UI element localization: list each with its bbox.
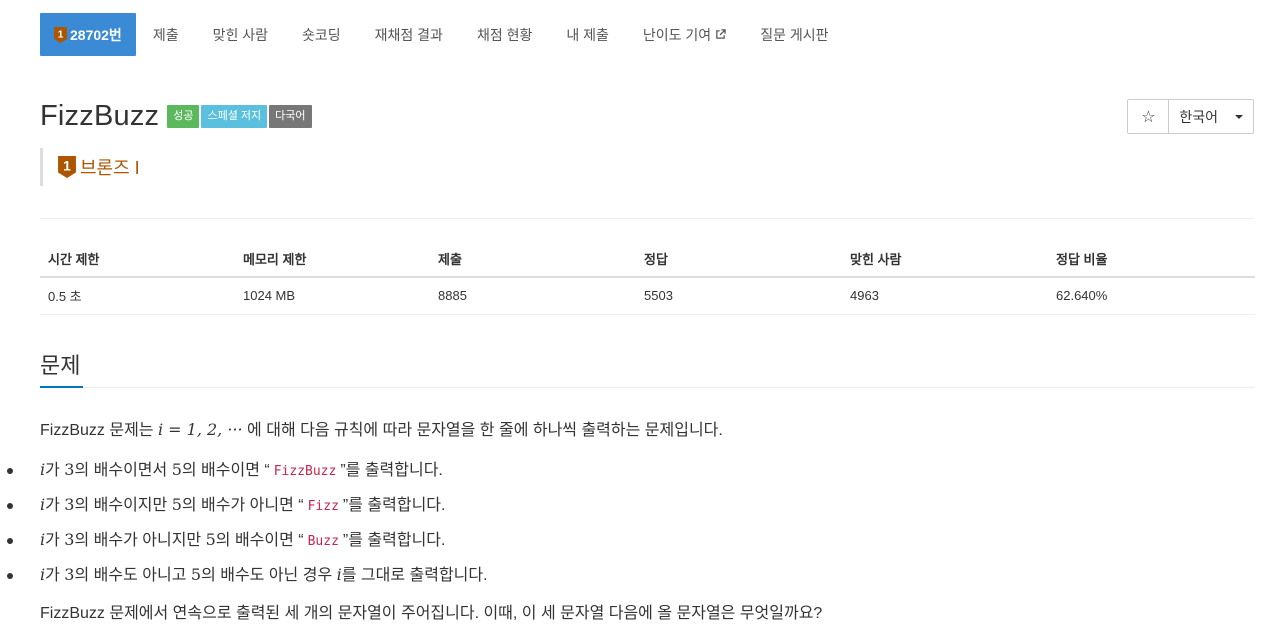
- nav-status[interactable]: 채점 현황: [460, 13, 549, 56]
- nav-difficulty-label: 난이도 기여: [642, 26, 712, 43]
- accepted-value: 5503: [636, 277, 842, 315]
- header-solved-users: 맞힌 사람: [842, 240, 1048, 278]
- section-title: 문제: [40, 348, 83, 388]
- list-item: i가 3의 배수가 아니지만 5의 배수이면 “Buzz ”를 출력합니다.: [7, 528, 488, 554]
- rule-text: 의 배수이면 “: [215, 532, 304, 549]
- list-item: i가 3의 배수도 아니고 5의 배수도 아닌 경우 i를 그대로 출력합니다.: [7, 563, 488, 588]
- header-accept-ratio: 정답 비율: [1048, 240, 1255, 278]
- table-header-row: 시간 제한 메모리 제한 제출 정답 맞힌 사람 정답 비율: [40, 240, 1255, 278]
- rule-text: 의 배수이면서: [74, 462, 172, 479]
- rule-code: Fizz: [303, 499, 343, 514]
- problem-tier: 1 브론즈 I: [40, 148, 140, 186]
- label-success: 성공: [167, 105, 200, 128]
- header-time-limit: 시간 제한: [40, 240, 235, 278]
- list-item: i가 3의 배수이면서 5의 배수이면 “FizzBuzz ”를 출력합니다.: [7, 458, 488, 484]
- list-item: i가 3의 배수이지만 5의 배수가 아니면 “Fizz ”를 출력합니다.: [7, 493, 488, 519]
- nav-short-coding[interactable]: 숏코딩: [285, 13, 358, 56]
- header-accepted: 정답: [636, 240, 842, 278]
- problem-title-row: FizzBuzz 성공 스페셜 저지 다국어: [40, 100, 312, 133]
- rule-text: ”를 출력합니다.: [342, 497, 446, 514]
- statement-question: FizzBuzz 문제에서 연속으로 출력된 세 개의 문자열이 주어집니다. …: [40, 605, 823, 622]
- caret-down-icon: [1235, 114, 1243, 119]
- label-multilingual[interactable]: 다국어: [269, 105, 312, 128]
- rule-text: 의 배수도 아닌 경우: [201, 567, 337, 584]
- rule-number: 3: [64, 460, 75, 479]
- statement-intro: FizzBuzz 문제는 i = 1, 2, ··· 에 대해 다음 규칙에 따…: [40, 418, 1240, 443]
- nav-qna-board[interactable]: 질문 게시판: [743, 13, 845, 56]
- header-memory-limit: 메모리 제한: [235, 240, 430, 278]
- svg-text:1: 1: [63, 158, 71, 173]
- divider: [40, 218, 1254, 219]
- rules-list: i가 3의 배수이면서 5의 배수이면 “FizzBuzz ”를 출력합니다. i…: [7, 458, 488, 597]
- star-button[interactable]: ☆: [1128, 100, 1170, 133]
- nav-difficulty-contribution[interactable]: 난이도 기여: [626, 13, 743, 56]
- external-link-icon: [716, 29, 726, 39]
- intro-text-after: 에 대해 다음 규칙에 따라 문자열을 한 줄에 하나씩 출력하는 문제입니다.: [242, 422, 723, 439]
- tier-label[interactable]: 브론즈 I: [80, 154, 140, 180]
- label-special-judge[interactable]: 스페셜 저지: [201, 105, 268, 128]
- rule-number: 3: [64, 530, 75, 549]
- rule-number: 3: [64, 565, 75, 584]
- rule-text: 가: [45, 462, 65, 479]
- language-dropdown[interactable]: 한국어: [1169, 100, 1253, 133]
- rule-text: 를 그대로 출력합니다.: [341, 567, 488, 584]
- problem-nav: 1 28702번 제출 맞힌 사람 숏코딩 재채점 결과 채점 현황 내 제출 …: [40, 13, 845, 56]
- nav-problem-number-label: 28702번: [70, 26, 122, 43]
- rule-text: ”를 출력합니다.: [340, 462, 443, 479]
- rule-number: 5: [171, 495, 182, 514]
- nav-problem-number[interactable]: 1 28702번: [40, 13, 136, 56]
- rule-text: 의 배수이면 “: [181, 462, 270, 479]
- nav-solved-users[interactable]: 맞힌 사람: [196, 13, 285, 56]
- submissions-value: 8885: [430, 277, 636, 315]
- rule-text: 의 배수이지만: [74, 497, 172, 514]
- star-outline-icon: ☆: [1141, 108, 1156, 126]
- header-submissions: 제출: [430, 240, 636, 278]
- problem-section-header: 문제: [40, 348, 1254, 388]
- rule-text: 가: [45, 497, 65, 514]
- intro-text-before: FizzBuzz 문제는: [40, 422, 158, 439]
- rule-text: 가: [45, 532, 65, 549]
- time-limit-value: 0.5 초: [40, 277, 235, 315]
- bronze-tier-icon: 1: [58, 156, 76, 178]
- rule-text: 의 배수도 아니고: [74, 567, 191, 584]
- nav-rejudge-results[interactable]: 재채점 결과: [358, 13, 460, 56]
- bronze-tier-icon: 1: [54, 26, 67, 43]
- rule-text: 가: [45, 567, 65, 584]
- rule-text: 의 배수가 아니면 “: [181, 497, 304, 514]
- rule-code: FizzBuzz: [269, 464, 341, 479]
- rule-text: 의 배수가 아니지만: [74, 532, 206, 549]
- solved-users-value: 4963: [842, 277, 1048, 315]
- nav-my-submissions[interactable]: 내 제출: [549, 13, 626, 56]
- rule-text: ”를 출력합니다.: [342, 532, 446, 549]
- problem-info-table: 시간 제한 메모리 제한 제출 정답 맞힌 사람 정답 비율 0.5 초 102…: [40, 240, 1255, 315]
- language-label: 한국어: [1179, 108, 1218, 125]
- nav-submit[interactable]: 제출: [136, 13, 196, 56]
- rule-number: 3: [64, 495, 75, 514]
- rule-number: 5: [190, 565, 202, 584]
- svg-text:1: 1: [58, 29, 64, 40]
- rule-code: Buzz: [303, 534, 343, 549]
- language-button-group: ☆ 한국어: [1127, 99, 1254, 134]
- problem-description: FizzBuzz 문제는 i = 1, 2, ··· 에 대해 다음 규칙에 따…: [40, 418, 1240, 453]
- problem-title: FizzBuzz: [40, 100, 160, 132]
- accept-ratio-value: 62.640%: [1048, 277, 1255, 315]
- table-row: 0.5 초 1024 MB 8885 5503 4963 62.640%: [40, 277, 1255, 315]
- rule-number: 5: [205, 530, 216, 549]
- intro-math: i = 1, 2, ···: [157, 420, 243, 439]
- memory-limit-value: 1024 MB: [235, 277, 430, 315]
- rule-number: 5: [171, 460, 182, 479]
